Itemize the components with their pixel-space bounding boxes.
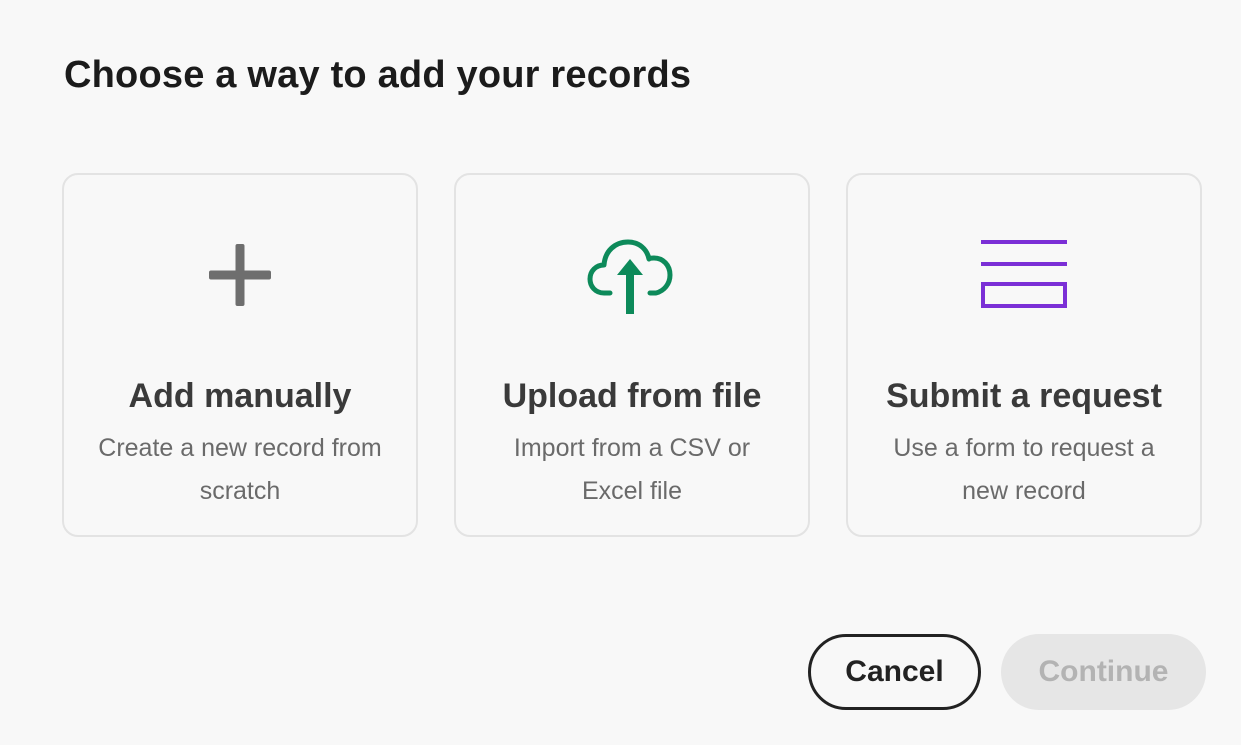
cancel-button[interactable]: Cancel [808, 634, 981, 710]
form-icon [974, 225, 1074, 325]
card-title: Upload from file [502, 377, 762, 415]
cloud-upload-icon [582, 225, 682, 325]
card-description: Create a new record from scratch [98, 434, 382, 505]
add-manually-card[interactable]: Add manually Create a new record from sc… [62, 173, 418, 537]
upload-from-file-card[interactable]: Upload from file Import from a CSV or Ex… [454, 173, 810, 537]
option-cards: Add manually Create a new record from sc… [62, 173, 1202, 537]
submit-request-card[interactable]: Submit a request Use a form to request a… [846, 173, 1202, 537]
add-records-dialog: Choose a way to add your records Add man… [0, 0, 1241, 745]
dialog-footer: Cancel Continue [808, 634, 1206, 710]
continue-button[interactable]: Continue [1001, 634, 1206, 710]
card-title: Add manually [128, 377, 352, 415]
card-description: Use a form to request a new record [893, 434, 1155, 505]
card-title: Submit a request [886, 377, 1162, 415]
dialog-title: Choose a way to add your records [64, 54, 692, 96]
card-description: Import from a CSV or Excel file [513, 434, 751, 505]
plus-icon [190, 225, 290, 325]
